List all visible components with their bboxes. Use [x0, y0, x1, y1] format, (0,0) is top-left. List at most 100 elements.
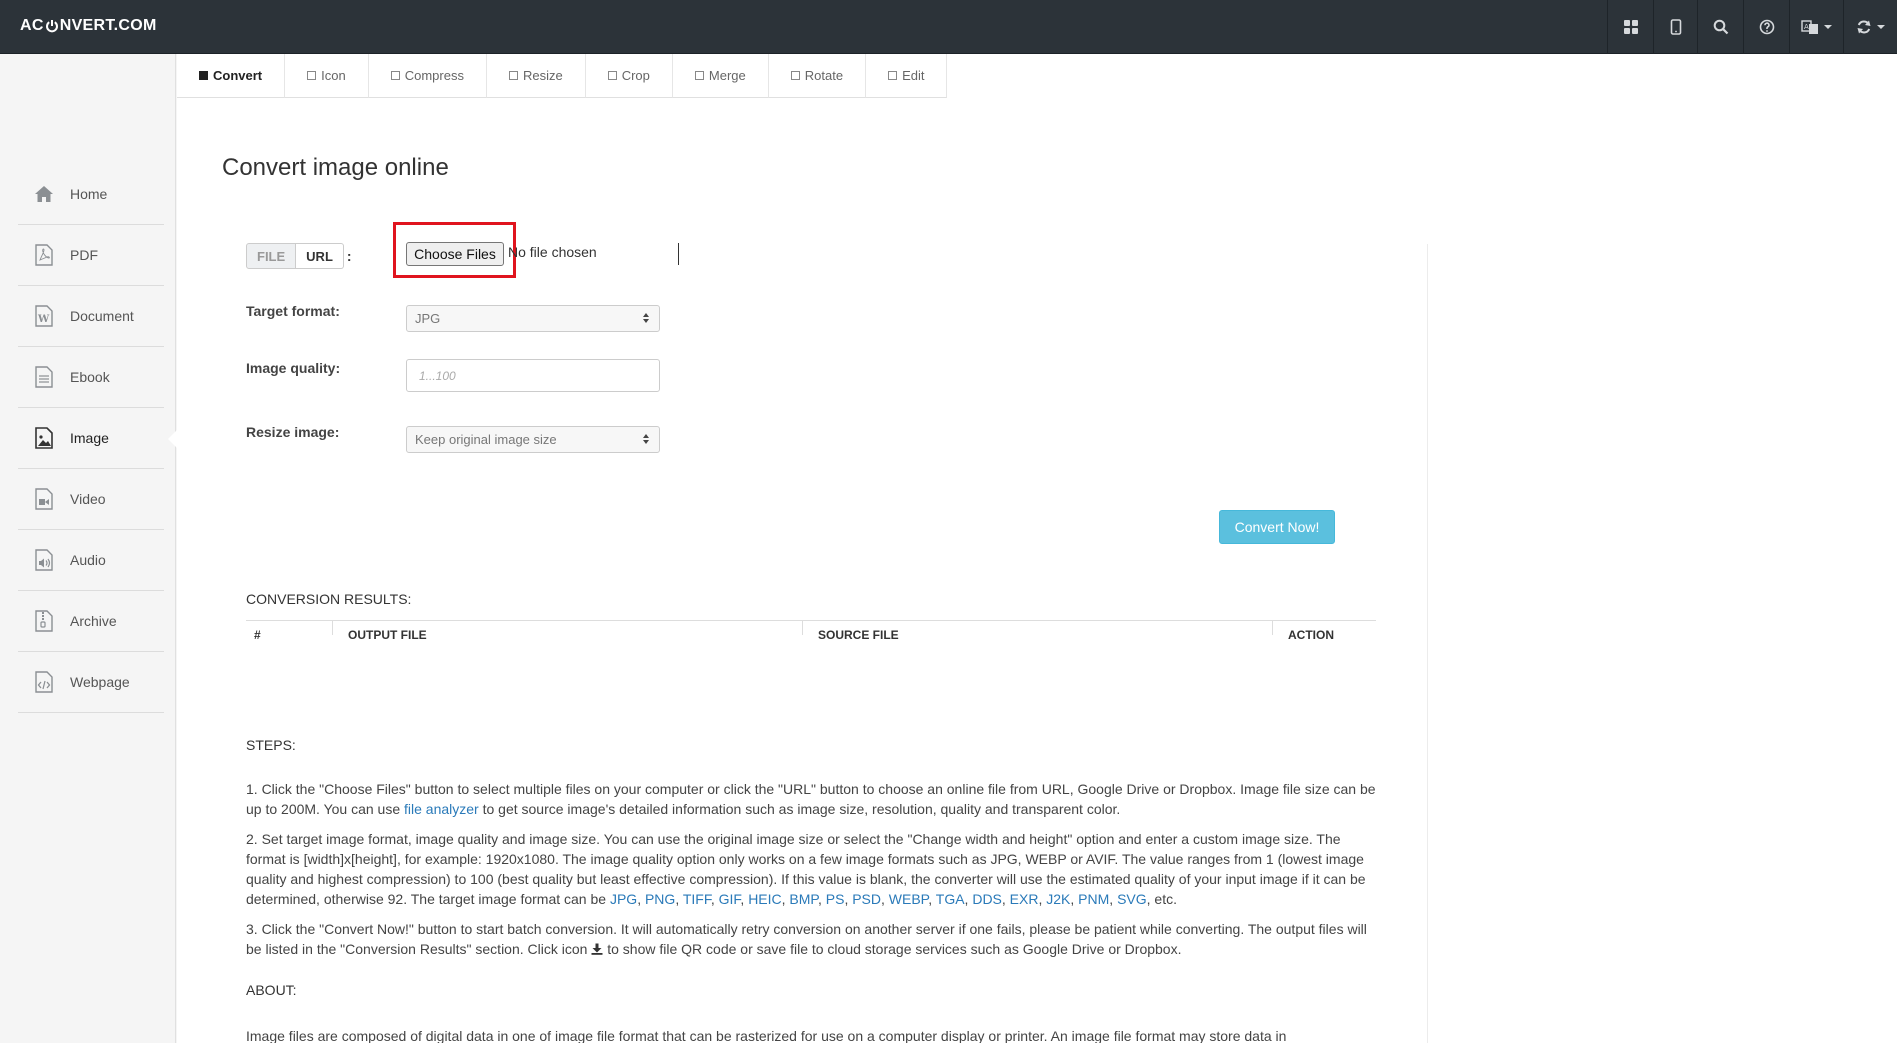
document-file-icon: W [33, 305, 55, 327]
target-format-select[interactable]: JPG [406, 305, 660, 332]
column-separator [802, 621, 803, 635]
page-title: Convert image online [222, 154, 449, 181]
tab-label: Compress [404, 68, 464, 83]
checkbox-icon [508, 71, 518, 80]
language-icon: A [1801, 20, 1818, 34]
question-icon [1759, 19, 1774, 35]
sidebar-nav: Home PDF W Document Ebook Image Video Au… [18, 164, 177, 713]
results-table-header: # OUTPUT FILE SOURCE FILE ACTION [246, 620, 1376, 642]
sidebar-item-audio[interactable]: Audio [18, 530, 164, 591]
video-file-icon [33, 488, 55, 510]
sidebar-item-ebook[interactable]: Ebook [18, 347, 164, 408]
sidebar-item-label: Ebook [70, 369, 110, 385]
search-button[interactable] [1697, 0, 1743, 54]
tab-crop[interactable]: Crop [585, 54, 673, 98]
divider [1427, 244, 1428, 1043]
target-format-label: Target format: [246, 303, 340, 319]
format-link-tiff[interactable]: TIFF [683, 891, 711, 907]
home-icon [33, 183, 55, 205]
audio-file-icon [33, 549, 55, 571]
checkbox-icon [199, 71, 208, 80]
sidebar-item-home[interactable]: Home [18, 164, 164, 225]
tab-label: Rotate [804, 68, 844, 83]
tab-merge[interactable]: Merge [672, 54, 769, 98]
sidebar-item-pdf[interactable]: PDF [18, 225, 164, 286]
format-link-ps[interactable]: PS [826, 891, 845, 907]
archive-file-icon [33, 610, 55, 632]
top-navbar: AC NVERT.COM A [0, 0, 1897, 54]
language-button[interactable]: A [1789, 0, 1843, 54]
format-link-dds[interactable]: DDS [972, 891, 1002, 907]
sidebar-item-label: Image [70, 430, 109, 446]
tab-label: Convert [213, 68, 263, 83]
checkbox-icon [390, 71, 400, 80]
column-separator [332, 621, 333, 635]
text-cursor [678, 243, 679, 265]
sidebar-item-video[interactable]: Video [18, 469, 164, 530]
refresh-button[interactable] [1843, 0, 1897, 54]
sidebar-item-label: Home [70, 186, 108, 202]
format-link-psd[interactable]: PSD [852, 891, 881, 907]
main-panel: Convert Icon Compress Resize Crop Merge … [177, 54, 1897, 1043]
format-link-svg[interactable]: SVG [1117, 891, 1147, 907]
step-3: 3. Click the "Convert Now!" button to st… [246, 921, 1367, 957]
format-link-png[interactable]: PNG [645, 891, 675, 907]
resize-image-select[interactable]: Keep original image size [406, 426, 660, 453]
image-quality-input[interactable]: 1...100 [406, 359, 660, 392]
sidebar-item-image[interactable]: Image [18, 408, 177, 469]
mobile-button[interactable] [1653, 0, 1697, 54]
tab-edit[interactable]: Edit [866, 54, 948, 98]
tab-rotate[interactable]: Rotate [768, 54, 867, 98]
sidebar-item-label: Webpage [70, 674, 130, 690]
file-source-button[interactable]: FILE [246, 243, 297, 269]
file-analyzer-link[interactable]: file analyzer [404, 801, 479, 817]
tab-convert[interactable]: Convert [177, 54, 286, 98]
column-header-source-file: SOURCE FILE [818, 628, 899, 642]
brand-logo[interactable]: AC NVERT.COM [20, 17, 157, 35]
tab-label: Icon [321, 68, 346, 83]
apps-button[interactable] [1607, 0, 1653, 54]
help-button[interactable] [1743, 0, 1789, 54]
format-link-tga[interactable]: TGA [936, 891, 965, 907]
format-link-exr[interactable]: EXR [1010, 891, 1039, 907]
tab-resize[interactable]: Resize [486, 54, 586, 98]
column-header-index: # [254, 628, 261, 642]
toggle-colon: : [346, 248, 352, 264]
select-arrows-icon [643, 434, 649, 444]
image-quality-label: Image quality: [246, 360, 341, 376]
checkbox-icon [307, 71, 317, 80]
url-source-button[interactable]: URL [296, 243, 344, 269]
convert-now-button[interactable]: Convert Now! [1219, 510, 1335, 544]
navbar-actions: A [1607, 0, 1897, 54]
sidebar-item-webpage[interactable]: Webpage [18, 652, 164, 713]
pdf-file-icon [33, 244, 55, 266]
choose-files-button[interactable]: Choose Files [406, 242, 504, 266]
tab-label: Merge [708, 68, 746, 83]
format-link-pnm[interactable]: PNM [1078, 891, 1109, 907]
download-icon [591, 943, 603, 955]
mobile-icon [1670, 19, 1681, 35]
sidebar-item-document[interactable]: W Document [18, 286, 164, 347]
tab-compress[interactable]: Compress [368, 54, 487, 98]
webpage-file-icon [33, 671, 55, 693]
source-toggle: FILE URL : [246, 243, 352, 269]
sidebar-item-label: Document [70, 308, 134, 324]
format-link-gif[interactable]: GIF [719, 891, 741, 907]
sidebar: Home PDF W Document Ebook Image Video Au… [0, 54, 177, 1043]
checkbox-icon [694, 71, 704, 80]
refresh-icon [1857, 20, 1871, 34]
sidebar-item-label: Video [70, 491, 106, 507]
format-link-heic[interactable]: HEIC [748, 891, 781, 907]
format-link-webp[interactable]: WEBP [889, 891, 928, 907]
format-link-jpg[interactable]: JPG [610, 891, 637, 907]
checkbox-icon [607, 71, 617, 80]
select-arrows-icon [643, 313, 649, 323]
svg-text:W: W [37, 314, 50, 325]
format-link-j2k[interactable]: J2K [1046, 891, 1070, 907]
tab-label: Resize [522, 68, 563, 83]
format-link-bmp[interactable]: BMP [789, 891, 818, 907]
brand-left: AC [20, 17, 44, 34]
tab-icon[interactable]: Icon [285, 54, 369, 98]
file-status: No file chosen [508, 244, 597, 260]
sidebar-item-archive[interactable]: Archive [18, 591, 164, 652]
